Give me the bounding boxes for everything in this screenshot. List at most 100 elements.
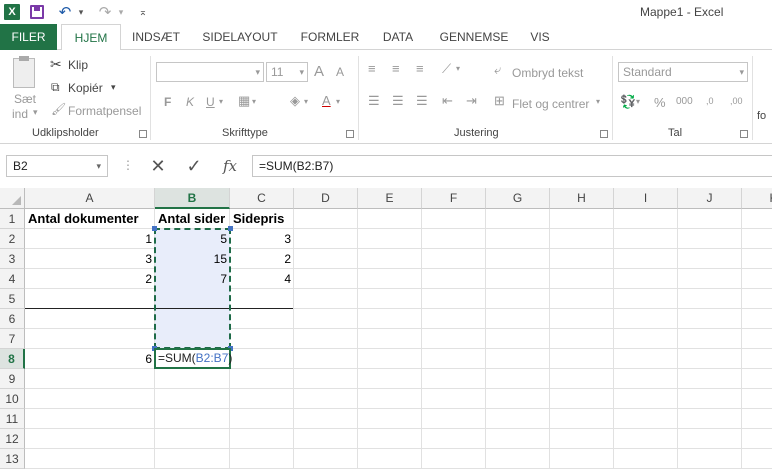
align-left-icon[interactable]: ☰ <box>368 93 380 109</box>
redo-icon[interactable]: ↷ <box>94 1 116 23</box>
customize-qat-icon[interactable]: ⌅ <box>132 1 154 23</box>
cut-button[interactable]: Klip <box>68 58 88 72</box>
number-launcher-icon[interactable] <box>740 130 748 138</box>
paste-label[interactable]: Sæt <box>14 92 36 106</box>
percent-button[interactable]: % <box>654 95 666 110</box>
chevron-down-icon[interactable]: ▾ <box>304 97 308 106</box>
tab-formulas[interactable]: FORMLER <box>293 24 367 50</box>
cut-icon[interactable]: ✂ <box>50 56 62 73</box>
orientation-icon[interactable]: ⟋ <box>442 61 451 77</box>
thousands-button[interactable]: 000 <box>676 96 693 107</box>
cell-B4[interactable]: 7 <box>156 269 229 289</box>
cell-editor-B8[interactable]: =SUM(B2:B7) <box>154 348 232 369</box>
align-middle-icon[interactable]: ≡ <box>392 61 400 76</box>
cell-A2[interactable]: 1 <box>26 229 154 249</box>
row-header-2[interactable]: 2 <box>0 229 25 249</box>
clipboard-launcher-icon[interactable] <box>139 130 147 138</box>
undo-dropdown-icon[interactable]: ▾ <box>76 1 86 23</box>
decrease-indent-icon[interactable]: ⇤ <box>442 93 453 109</box>
row-header-11[interactable]: 11 <box>0 409 25 429</box>
paste-icon[interactable] <box>13 56 35 88</box>
wrap-text-button[interactable]: Ombryd tekst <box>512 66 583 80</box>
row-header-9[interactable]: 9 <box>0 369 25 389</box>
increase-decimal-button[interactable]: ,0 <box>706 96 714 106</box>
tab-review[interactable]: GENNEMSE <box>429 24 519 50</box>
align-top-icon[interactable]: ≡ <box>368 61 376 76</box>
row-header-7[interactable]: 7 <box>0 329 25 349</box>
cell-B2[interactable]: 5 <box>156 229 229 249</box>
currency-icon[interactable]: 💱 <box>620 94 636 110</box>
tab-data[interactable]: DATA <box>375 24 421 50</box>
alignment-launcher-icon[interactable] <box>600 130 608 138</box>
cell-B1[interactable]: Antal sider <box>156 209 230 229</box>
row-header-12[interactable]: 12 <box>0 429 25 449</box>
cell-C1[interactable]: Sidepris <box>231 209 293 229</box>
align-right-icon[interactable]: ☰ <box>416 93 428 109</box>
align-center-icon[interactable]: ☰ <box>392 93 404 109</box>
merge-center-icon[interactable]: ⊞ <box>494 93 505 109</box>
column-header-k[interactable]: K <box>742 188 772 209</box>
insert-function-icon[interactable]: fx <box>218 155 242 177</box>
enter-icon[interactable]: ✓ <box>182 155 206 177</box>
italic-button[interactable]: K <box>186 95 194 109</box>
align-bottom-icon[interactable]: ≡ <box>416 61 424 76</box>
column-header-b[interactable]: B <box>155 188 230 209</box>
chevron-down-icon[interactable]: ▾ <box>219 97 223 106</box>
cell-C3[interactable]: 2 <box>231 249 293 269</box>
tab-insert[interactable]: INDSÆT <box>125 24 187 50</box>
resize-handle-icon[interactable]: ⋮ <box>122 158 134 172</box>
number-format-combo[interactable]: Standard ▾ <box>618 62 748 82</box>
underline-button[interactable]: U <box>206 95 215 109</box>
column-header-c[interactable]: C <box>230 188 294 209</box>
merge-center-button[interactable]: Flet og centrer <box>512 97 589 111</box>
column-header-h[interactable]: H <box>550 188 614 209</box>
font-name-combo[interactable]: ▾ <box>156 62 264 82</box>
column-header-f[interactable]: F <box>422 188 486 209</box>
paste-dropdown-icon[interactable]: ▾ <box>33 107 38 118</box>
chevron-down-icon[interactable]: ▾ <box>456 64 460 73</box>
row-header-8[interactable]: 8 <box>0 349 25 369</box>
fill-color-icon[interactable]: ◈ <box>290 93 300 109</box>
grow-font-button[interactable]: A <box>314 63 324 80</box>
chevron-down-icon[interactable]: ▾ <box>596 97 600 106</box>
column-header-d[interactable]: D <box>294 188 358 209</box>
tab-home[interactable]: HJEM <box>61 24 121 51</box>
tab-page-layout[interactable]: SIDELAYOUT <box>195 24 285 50</box>
font-launcher-icon[interactable] <box>346 130 354 138</box>
wrap-text-icon[interactable]: ⤶ <box>494 62 501 78</box>
copy-icon[interactable]: ⧉ <box>51 80 60 95</box>
tab-file[interactable]: FILER <box>0 24 57 50</box>
row-header-1[interactable]: 1 <box>0 209 25 229</box>
copy-dropdown-icon[interactable]: ▾ <box>111 82 116 93</box>
row-header-4[interactable]: 4 <box>0 269 25 289</box>
row-header-6[interactable]: 6 <box>0 309 25 329</box>
select-all-button[interactable] <box>0 188 25 209</box>
shrink-font-button[interactable]: A <box>336 65 344 79</box>
worksheet-grid[interactable]: ABCDEFGHIJK 12345678910111213 Antal doku… <box>0 188 772 469</box>
column-header-a[interactable]: A <box>25 188 155 209</box>
chevron-down-icon[interactable]: ▾ <box>636 97 640 106</box>
format-painter-button[interactable]: Formatpensel <box>68 104 141 118</box>
decrease-decimal-button[interactable]: ,00 <box>730 96 743 106</box>
row-header-3[interactable]: 3 <box>0 249 25 269</box>
row-header-13[interactable]: 13 <box>0 449 25 469</box>
bold-button[interactable]: F <box>164 95 171 109</box>
redo-dropdown-icon[interactable]: ▾ <box>116 1 126 23</box>
font-size-combo[interactable]: 11 ▾ <box>266 62 308 82</box>
excel-app-icon[interactable]: X <box>4 4 20 20</box>
cancel-icon[interactable]: ✕ <box>146 155 170 177</box>
column-header-e[interactable]: E <box>358 188 422 209</box>
tab-view[interactable]: VIS <box>521 24 559 50</box>
row-header-5[interactable]: 5 <box>0 289 25 309</box>
column-header-g[interactable]: G <box>486 188 550 209</box>
name-box[interactable]: B2 ▾ <box>6 155 108 177</box>
column-header-j[interactable]: J <box>678 188 742 209</box>
save-icon[interactable] <box>30 5 44 19</box>
chevron-down-icon[interactable]: ▾ <box>336 97 340 106</box>
increase-indent-icon[interactable]: ⇥ <box>466 93 477 109</box>
cell-A3[interactable]: 3 <box>26 249 154 269</box>
cell-A8[interactable]: 6 <box>26 349 154 369</box>
cell-C2[interactable]: 3 <box>231 229 293 249</box>
format-painter-icon[interactable]: 🖌 <box>51 102 66 116</box>
chevron-down-icon[interactable]: ▾ <box>252 97 256 106</box>
